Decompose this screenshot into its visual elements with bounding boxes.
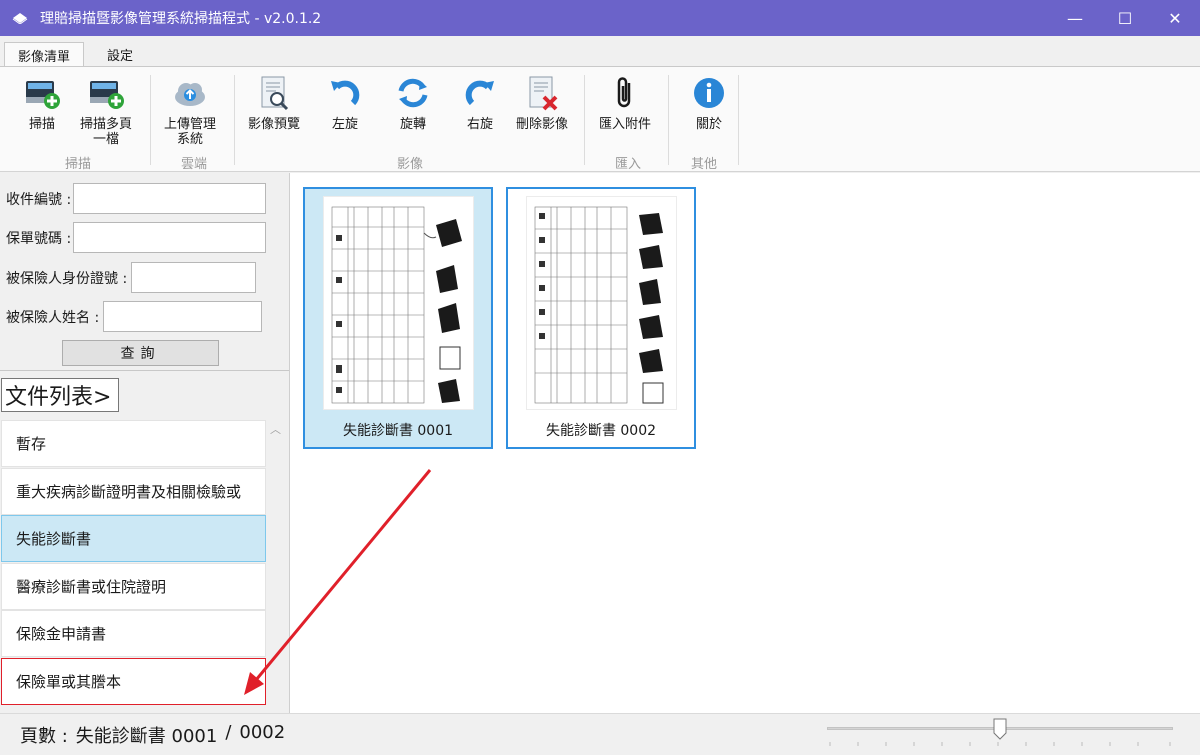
group-label-import: 匯入 — [614, 157, 641, 172]
preview-label: 影像預覽 — [248, 117, 301, 132]
list-item[interactable]: 重大疾病診斷證明書及相關檢驗或 — [1, 468, 266, 515]
minimize-button[interactable]: — — [1050, 0, 1100, 36]
list-item[interactable]: 醫療診斷書或住院證明 — [1, 563, 266, 610]
insured-name-input[interactable] — [103, 301, 263, 332]
total-pages: 0002 — [239, 722, 286, 743]
rotate-right-icon — [460, 73, 500, 113]
current-page: 失能診斷書 0001 — [75, 726, 218, 747]
policy-no-row: 保單號碼 : — [6, 222, 267, 253]
delete-image-icon — [522, 73, 562, 113]
query-button[interactable]: 查詢 — [62, 340, 219, 366]
import-attachment-label: 匯入附件 — [599, 117, 652, 132]
left-panel: 收件編號 : 保單號碼 : 被保險人身份證號 : 被保險人姓名 : 查詢 文件列… — [0, 173, 289, 713]
import-attachment-button[interactable]: 匯入附件 — [599, 73, 651, 132]
zoom-slider-ticks — [829, 742, 1171, 746]
group-label-image: 影像 — [396, 157, 423, 172]
ribbon-separator — [150, 75, 151, 165]
image-view: 失能診斷書 0001 失能診斷書 0002 — [289, 173, 1200, 713]
thumbnail-caption: 失能診斷書 0001 — [342, 423, 454, 439]
insured-id-row: 被保險人身份證號 : — [6, 262, 257, 293]
scan-label: 掃描 — [28, 117, 55, 132]
doc-list: 暫存 重大疾病診斷證明書及相關檢驗或 失能診斷書 醫療診斷書或住院證明 保險金申… — [0, 420, 266, 713]
group-label-other: 其他 — [690, 157, 717, 172]
scroll-up-icon[interactable]: ︿ — [270, 424, 281, 435]
list-item[interactable]: 失能診斷書 — [1, 515, 266, 562]
list-item[interactable]: 保險單或其謄本 — [1, 658, 266, 705]
scan-multi-label-line1: 掃描多頁 — [80, 117, 133, 132]
paperclip-icon — [605, 73, 645, 113]
case-no-label: 收件編號 : — [6, 191, 72, 208]
divider — [0, 370, 289, 371]
list-item[interactable]: 保險金申請書 — [1, 610, 266, 657]
thumbnail[interactable]: 失能診斷書 0002 — [506, 187, 696, 449]
ribbon-separator — [584, 75, 585, 165]
scanner-multi-icon — [86, 73, 126, 113]
upload-button[interactable]: 上傳管理 系統 — [164, 73, 216, 147]
list-scrollbar[interactable]: ︿ — [267, 420, 284, 713]
page-indicator: 頁數 : 失能診斷書 0001 / 0002 — [20, 722, 285, 748]
group-label-scan: 掃描 — [64, 157, 91, 172]
preview-icon — [254, 73, 294, 113]
ribbon: 掃描 掃描多頁 一檔 上傳管理 系統 影像預覽 左旋 旋轉 右旋 刪除影像 匯入… — [0, 66, 1200, 172]
insured-id-input[interactable] — [131, 262, 257, 293]
maximize-button[interactable]: ☐ — [1100, 0, 1150, 36]
page-separator: / — [225, 722, 232, 743]
upload-label-line2: 系統 — [177, 132, 204, 147]
window-title: 理賠掃描暨影像管理系統掃描程式 - v2.0.1.2 — [40, 11, 322, 27]
about-label: 關於 — [695, 117, 722, 132]
list-item[interactable]: 暫存 — [1, 420, 266, 467]
case-no-row: 收件編號 : — [6, 183, 267, 214]
insured-id-label: 被保險人身份證號 : — [6, 270, 128, 287]
delete-image-button[interactable]: 刪除影像 — [516, 73, 568, 132]
group-label-cloud: 雲端 — [180, 157, 207, 172]
policy-no-input[interactable] — [73, 222, 267, 253]
scan-button[interactable]: 掃描 — [22, 73, 62, 132]
ribbon-tabs: 影像清單 設定 — [0, 36, 1200, 67]
tab-image-list[interactable]: 影像清單 — [4, 42, 85, 67]
scan-multi-page-button[interactable]: 掃描多頁 一檔 — [80, 73, 132, 147]
rotate-left-label: 左旋 — [331, 117, 358, 132]
insured-name-label: 被保險人姓名 : — [6, 309, 100, 326]
rotate-label: 旋轉 — [399, 117, 426, 132]
upload-label-line1: 上傳管理 — [164, 117, 217, 132]
case-no-input[interactable] — [73, 183, 267, 214]
rotate-left-button[interactable]: 左旋 — [325, 73, 365, 132]
delete-image-label: 刪除影像 — [516, 117, 569, 132]
pages-label: 頁數 : — [20, 726, 68, 747]
policy-no-label: 保單號碼 : — [6, 230, 72, 247]
document-page-image — [525, 196, 677, 410]
rotate-icon — [393, 73, 433, 113]
insured-name-row: 被保險人姓名 : — [6, 301, 263, 332]
rotate-left-icon — [325, 73, 365, 113]
about-button[interactable]: 關於 — [689, 73, 729, 132]
status-bar: 頁數 : 失能診斷書 0001 / 0002 — [0, 713, 1200, 755]
ribbon-separator — [668, 75, 669, 165]
cloud-upload-icon — [170, 73, 210, 113]
doc-list-title[interactable]: 文件列表> — [1, 378, 119, 412]
rotate-right-button[interactable]: 右旋 — [460, 73, 500, 132]
rotate-right-label: 右旋 — [466, 117, 493, 132]
document-page-image — [322, 196, 474, 410]
ribbon-separator — [234, 75, 235, 165]
app-scanner-icon — [12, 12, 28, 25]
title-bar: 理賠掃描暨影像管理系統掃描程式 - v2.0.1.2 — ☐ ✕ — [0, 0, 1200, 36]
scan-multi-label-line2: 一檔 — [93, 132, 120, 147]
rotate-button[interactable]: 旋轉 — [393, 73, 433, 132]
thumbnail[interactable]: 失能診斷書 0001 — [303, 187, 493, 449]
scanner-add-icon — [22, 73, 62, 113]
close-button[interactable]: ✕ — [1150, 0, 1200, 36]
preview-button[interactable]: 影像預覽 — [248, 73, 300, 132]
ribbon-separator — [738, 75, 739, 165]
info-icon — [689, 73, 729, 113]
zoom-slider-thumb[interactable] — [993, 718, 1007, 740]
tab-settings[interactable]: 設定 — [94, 42, 146, 67]
thumbnail-caption: 失能診斷書 0002 — [545, 423, 657, 439]
